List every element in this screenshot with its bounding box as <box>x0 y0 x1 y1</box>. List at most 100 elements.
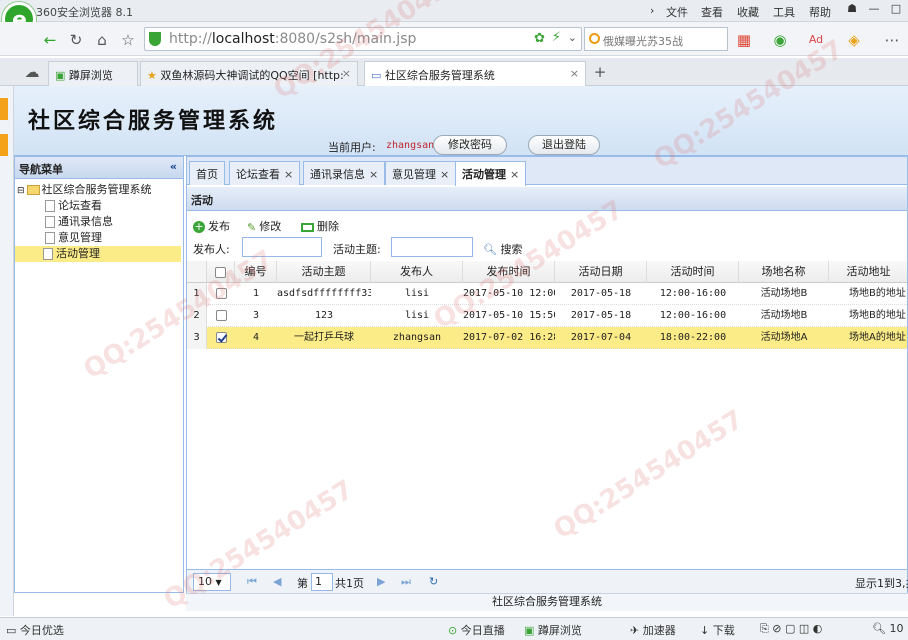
cell-venue: 活动场地B <box>760 288 808 299</box>
close-icon[interactable]: × <box>570 67 579 80</box>
search-button[interactable]: 🔍︎ 搜索 <box>483 241 522 257</box>
activity-grid: 编号 活动主题 发布人 发布时间 活动日期 活动时间 场地名称 活动地址 1 1… <box>187 261 907 567</box>
collapse-icon[interactable]: « <box>170 160 177 173</box>
close-icon[interactable]: × <box>369 168 378 181</box>
home-icon[interactable]: ⌂ <box>92 30 112 50</box>
table-row[interactable]: 2 3 123 lisi 2017-05-10 15:50: 2017-05-1… <box>187 305 907 327</box>
reload-icon[interactable]: ↻ <box>429 575 438 588</box>
star-icon[interactable]: ☆ <box>118 30 138 50</box>
left-strip <box>0 86 14 616</box>
add-icon: + <box>193 220 205 233</box>
edit-button[interactable]: ✎ 修改 <box>247 218 281 234</box>
row-checkbox[interactable] <box>207 327 235 349</box>
close-icon[interactable]: × <box>440 168 449 181</box>
skin-icon[interactable]: ☗ <box>840 2 864 19</box>
menu-arrow-icon[interactable]: › <box>650 4 654 17</box>
guard-icon[interactable]: ◉ <box>770 30 790 50</box>
refresh-icon[interactable]: ↻ <box>66 30 86 50</box>
publish-button[interactable]: + 发布 <box>193 218 230 234</box>
browser-search-box[interactable]: 俄媒曝光苏35战 <box>584 27 728 51</box>
table-row[interactable]: 3 4 一起打乒乓球 zhangsan 2017-07-02 16:28: 20… <box>187 327 907 349</box>
first-page-icon[interactable]: ⏮ <box>247 575 257 589</box>
cell-publisher: lisi <box>404 288 430 299</box>
row-number: 2 <box>187 305 207 327</box>
logout-button[interactable]: 退出登陆 <box>528 135 600 155</box>
cell-address: 场地B的地址 <box>849 288 906 299</box>
select-all-checkbox[interactable] <box>207 261 235 283</box>
back-icon[interactable]: ← <box>40 30 60 50</box>
status-zoom[interactable]: 🔍︎ 10 <box>872 622 903 635</box>
col-header-date[interactable]: 活动日期 <box>555 261 647 283</box>
close-icon[interactable]: × <box>510 168 519 181</box>
sidebar-item-forum[interactable]: 论坛查看 <box>17 198 102 214</box>
publisher-input[interactable] <box>242 237 322 257</box>
adblock-icon[interactable]: Ad <box>806 30 826 50</box>
row-number: 3 <box>187 327 207 349</box>
tab-feedback[interactable]: 意见管理 × <box>385 161 457 185</box>
col-header-address[interactable]: 活动地址 <box>829 261 907 283</box>
tab-activity[interactable]: 活动管理 × <box>455 161 527 186</box>
status-live[interactable]: ⊙ 今日直播 <box>448 622 505 638</box>
url-host: localhost <box>211 31 275 47</box>
page-number-input[interactable]: 1 <box>311 573 333 591</box>
current-username: zhangsan <box>386 140 435 151</box>
status-download[interactable]: ↓ 下载 <box>700 622 735 638</box>
browser-tab-system[interactable]: × ▭ 社区综合服务管理系统 <box>364 61 586 87</box>
menu-file[interactable]: 文件 <box>666 4 688 20</box>
address-bar[interactable]: http://localhost:8080/s2sh/main.jsp ✿ ⚡ … <box>144 27 582 51</box>
new-tab-icon[interactable]: + <box>590 62 610 82</box>
status-daily-picks[interactable]: ▭ 今日优选 <box>6 622 64 638</box>
maximize-icon[interactable]: □ <box>884 2 908 19</box>
cell-publisher: lisi <box>404 310 430 321</box>
file-icon <box>43 248 53 260</box>
status-accelerator[interactable]: ✈ 加速器 <box>630 622 676 638</box>
main-panel: 首页 论坛查看 × 通讯录信息 × 意见管理 × 活动管理 × 活动 + 发布 ✎ 修改 删… <box>186 156 908 593</box>
col-header-venue[interactable]: 场地名称 <box>739 261 829 283</box>
col-header-publisher[interactable]: 发布人 <box>371 261 463 283</box>
extension-icon[interactable]: ◈ <box>844 30 864 50</box>
file-icon <box>45 216 55 228</box>
row-checkbox[interactable] <box>207 283 235 305</box>
cloud-icon[interactable]: ☁ <box>22 62 42 82</box>
col-header-topic[interactable]: 活动主题 <box>277 261 371 283</box>
sidebar-item-feedback[interactable]: 意见管理 <box>17 230 102 246</box>
menu-view[interactable]: 查看 <box>701 4 723 20</box>
download-icon: ↓ <box>700 624 713 637</box>
col-header-time[interactable]: 活动时间 <box>647 261 739 283</box>
menu-favorites[interactable]: 收藏 <box>737 4 759 20</box>
delete-button[interactable]: 删除 <box>301 218 339 234</box>
menu-tools[interactable]: 工具 <box>773 4 795 20</box>
tree-root[interactable]: ⊟ 社区综合服务管理系统 <box>17 182 152 198</box>
minimize-icon[interactable]: — <box>862 2 886 19</box>
apps-icon[interactable]: ▦ <box>734 30 754 50</box>
col-header-id[interactable]: 编号 <box>235 261 277 283</box>
col-header-pubtime[interactable]: 发布时间 <box>463 261 555 283</box>
tab-home[interactable]: 首页 <box>189 161 225 185</box>
cell-date: 2017-07-04 <box>570 332 632 343</box>
browser-tab-reading[interactable]: ▣ 蹲屏浏览 <box>48 61 138 86</box>
cell-date: 2017-05-18 <box>570 288 632 299</box>
last-page-icon[interactable]: ⏭ <box>401 575 411 589</box>
cell-venue: 活动场地A <box>760 332 808 343</box>
sidebar-item-activity[interactable]: 活动管理 <box>15 246 181 262</box>
sidebar-item-contacts[interactable]: 通讯录信息 <box>17 214 113 230</box>
compat-icon[interactable]: ✿ <box>534 31 545 46</box>
change-password-button[interactable]: 修改密码 <box>433 135 507 155</box>
more-icon[interactable]: ⋯ <box>882 30 902 50</box>
tab-forum[interactable]: 论坛查看 × <box>229 161 301 185</box>
close-icon[interactable]: × <box>284 168 293 181</box>
pencil-icon: ✎ <box>247 220 257 234</box>
page-size-select[interactable]: 10 ▼ <box>193 573 231 591</box>
status-reading[interactable]: ▣ 蹲屏浏览 <box>524 622 582 638</box>
browser-tab-qq[interactable]: × ★ 双鱼林源码大神调试的QQ空间 [http: <box>140 61 358 86</box>
url-dropdown-icon[interactable]: ⌄ <box>568 31 577 44</box>
topic-input[interactable] <box>391 237 473 257</box>
menu-help[interactable]: 帮助 <box>809 4 831 20</box>
next-page-icon[interactable]: ▶ <box>377 575 385 588</box>
table-row[interactable]: 1 1 asdfsdffffffff3333 lisi 2017-05-10 1… <box>187 283 907 305</box>
status-tools-icon[interactable]: ⎘ ⊘ ▢ ◫ ◐ <box>760 622 822 636</box>
speed-icon[interactable]: ⚡ <box>552 30 561 45</box>
prev-page-icon[interactable]: ◀ <box>273 575 281 588</box>
tab-contacts[interactable]: 通讯录信息 × <box>303 161 386 185</box>
row-checkbox[interactable] <box>207 305 235 327</box>
